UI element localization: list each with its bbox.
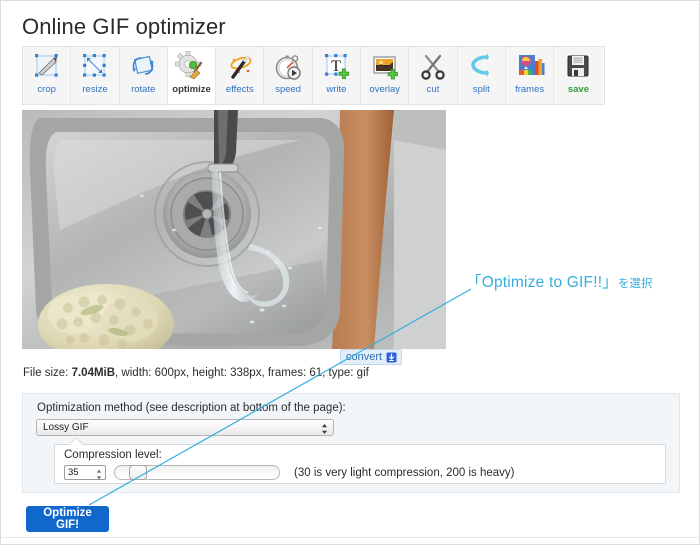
page-title: Online GIF optimizer (22, 14, 226, 39)
tool-button-write[interactable]: T write (312, 47, 362, 104)
tool-label: crop (37, 84, 56, 95)
cut-icon (416, 51, 450, 83)
tool-label: resize (82, 84, 108, 95)
tool-label: split (472, 84, 490, 95)
tool-button-resize[interactable]: resize (71, 47, 120, 104)
resize-icon (78, 51, 112, 83)
tool-label: speed (275, 84, 302, 95)
tool-button-split[interactable]: split (457, 47, 506, 104)
tool-button-speed[interactable]: speed (264, 47, 313, 104)
tool-button-save[interactable]: save (554, 47, 603, 104)
file-info-prefix: File size: (23, 367, 72, 379)
convert-label: convert (346, 351, 383, 363)
compression-controls-row: 35 (30 is very light compression, 200 is… (64, 465, 515, 480)
tool-label: effects (225, 84, 254, 95)
tool-label: optimize (172, 84, 211, 95)
number-stepper-icon[interactable] (96, 467, 102, 480)
optimization-method-value: Lossy GIF (43, 422, 89, 433)
tool-toolbar: crop resize rotate optimize effects spee… (22, 46, 605, 105)
tool-label: frames (515, 84, 545, 95)
crop-icon (30, 51, 64, 83)
annotation-text-en: 「Optimize to GIF!!」 (466, 274, 618, 291)
frames-icon (513, 51, 547, 83)
file-info-line: File size: 7.04MiB, width: 600px, height… (23, 367, 369, 379)
compression-level-box: Compression level: 35 (30 is very light … (54, 444, 666, 484)
bottom-divider (1, 537, 699, 538)
tool-label: cut (426, 84, 440, 95)
gif-preview-image[interactable] (22, 110, 446, 349)
tool-button-frames[interactable]: frames (505, 47, 555, 104)
compression-level-value: 35 (68, 467, 79, 478)
compression-level-slider[interactable] (114, 465, 280, 480)
tool-label: save (567, 84, 589, 95)
tool-label: overlay (369, 84, 401, 95)
speed-icon (271, 51, 305, 83)
save-icon (561, 51, 595, 83)
callout-notch (71, 438, 83, 445)
effects-icon (223, 51, 257, 83)
write-icon: T (319, 51, 353, 83)
select-stepper-icon (321, 422, 328, 434)
tool-button-crop[interactable]: crop (23, 47, 72, 104)
compression-level-label: Compression level: (64, 449, 162, 461)
rotate-icon (126, 51, 160, 83)
optimization-options-panel: Optimization method (see description at … (22, 393, 680, 493)
tool-label: rotate (131, 84, 156, 95)
screenshot-root: Online GIF optimizer crop resize rotate … (0, 0, 700, 545)
split-icon (464, 51, 498, 83)
tool-button-effects[interactable]: effects (216, 47, 265, 104)
optimization-method-select[interactable]: Lossy GIF (36, 419, 334, 436)
compression-level-input[interactable]: 35 (64, 465, 106, 480)
tool-button-overlay[interactable]: overlay (361, 47, 410, 104)
file-size-value: 7.04MiB (71, 367, 116, 379)
annotation-text-jp: を選択 (617, 278, 653, 290)
tool-label: write (326, 84, 347, 95)
optimize-icon (174, 51, 209, 83)
convert-button[interactable]: convert (340, 349, 403, 365)
tool-button-rotate[interactable]: rotate (119, 47, 168, 104)
optimization-method-label: Optimization method (see description at … (37, 402, 346, 414)
annotation-text: 「Optimize to GIF!!」を選択 (466, 270, 652, 292)
tool-button-optimize[interactable]: optimize (167, 47, 217, 104)
download-icon (386, 352, 397, 363)
optimize-gif-button[interactable]: Optimize GIF! (26, 506, 109, 532)
compression-level-hint: (30 is very light compression, 200 is he… (294, 466, 515, 479)
tool-button-cut[interactable]: cut (409, 47, 458, 104)
file-info-rest: , width: 600px, height: 338px, frames: 6… (115, 367, 369, 379)
overlay-icon (368, 51, 402, 83)
slider-handle[interactable] (129, 465, 147, 480)
